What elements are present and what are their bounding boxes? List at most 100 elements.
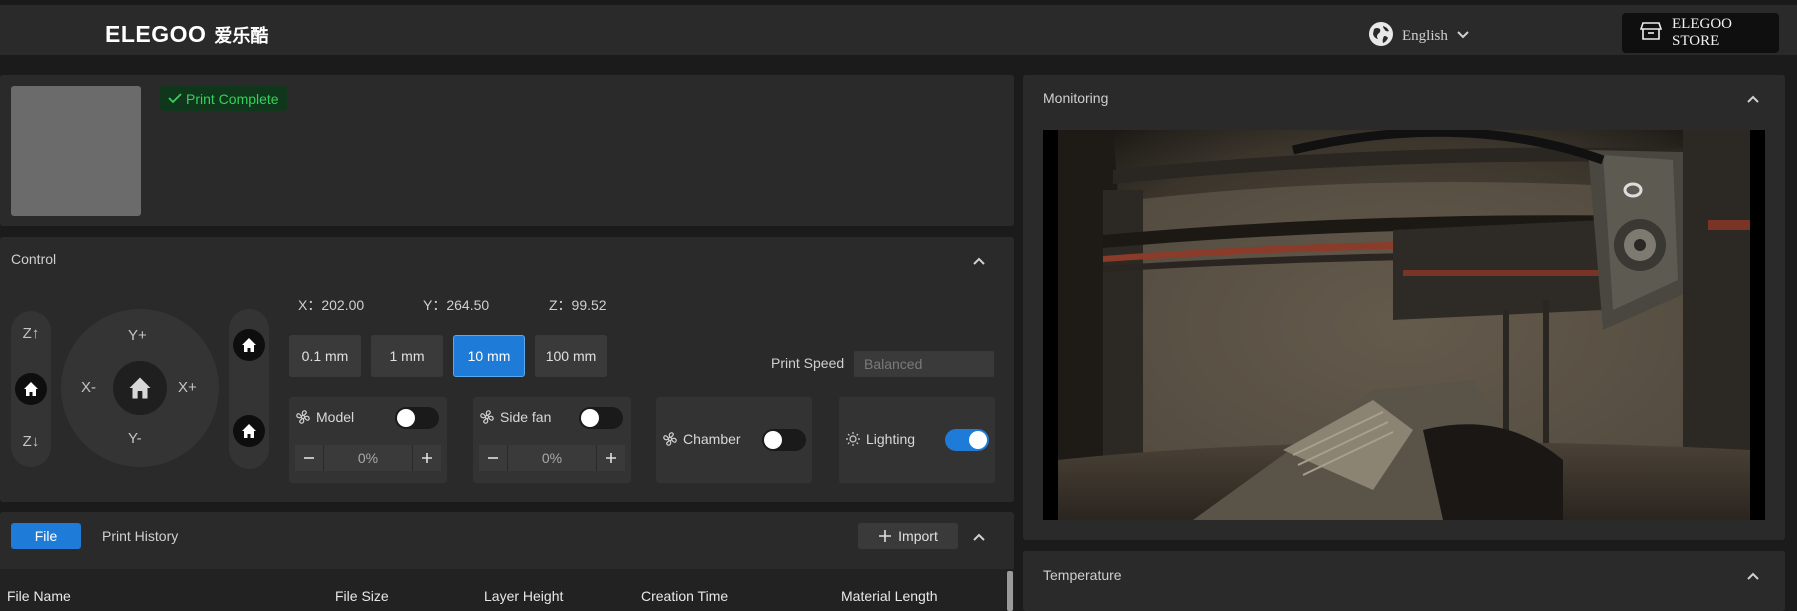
chamber-fan-toggle[interactable] [762, 429, 806, 451]
toggle-knob [397, 409, 415, 427]
x-minus-button[interactable]: X- [81, 379, 96, 396]
z-home-button[interactable] [15, 373, 47, 405]
chamber-fan-header: Chamber [662, 431, 741, 447]
fan-icon [296, 410, 310, 424]
chamber-fan-card: Chamber [656, 397, 812, 483]
print-speed-select[interactable]: Balanced [854, 351, 994, 377]
side-fan-label: Side fan [500, 409, 552, 425]
control-panel: Control Z↑ Z↓ Y+ Y- X- X+ X：202.00 Y：264… [0, 237, 1014, 502]
side-fan-card: Side fan 0% [473, 397, 631, 483]
sun-icon [846, 432, 860, 446]
plus-icon [879, 530, 892, 542]
chevron-up-icon [973, 533, 985, 541]
y-plus-button[interactable]: Y+ [128, 327, 147, 344]
home-icon [242, 338, 256, 352]
minus-icon [304, 457, 314, 459]
tab-print-history[interactable]: Print History [102, 528, 178, 544]
status-badge: Print Complete [160, 86, 287, 111]
x-coordinate: X：202.00 [298, 297, 365, 313]
minus-icon [488, 457, 498, 459]
elegoo-logo[interactable]: ELEGOO 爱乐酷 [105, 21, 268, 48]
y-coordinate: Y：264.50 [423, 297, 490, 313]
home-z-button[interactable] [233, 415, 265, 447]
temperature-panel: Temperature [1023, 551, 1785, 611]
model-fan-toggle[interactable] [395, 407, 439, 429]
import-button[interactable]: Import [858, 523, 958, 549]
chevron-down-icon [1456, 28, 1470, 45]
language-label: English [1402, 28, 1448, 44]
step-1mm-button[interactable]: 1 mm [371, 335, 443, 377]
model-fan-card: Model 0% [289, 397, 447, 483]
column-file-name[interactable]: File Name [7, 588, 71, 604]
model-fan-label: Model [316, 409, 355, 425]
model-fan-header: Model [295, 409, 354, 425]
top-bar: ELEGOO 爱乐酷 English ELEGOO STORE [0, 0, 1797, 55]
scrollbar-thumb[interactable] [1007, 571, 1013, 611]
z-coordinate: Z：99.52 [549, 297, 607, 313]
toggle-knob [581, 409, 599, 427]
monitoring-collapse-button[interactable] [1746, 91, 1760, 109]
side-fan-decrease-button[interactable] [479, 445, 507, 471]
z-up-button[interactable]: Z↑ [11, 325, 51, 342]
x-plus-button[interactable]: X+ [178, 379, 197, 396]
y-minus-button[interactable]: Y- [128, 430, 142, 447]
column-file-size[interactable]: File Size [335, 588, 389, 604]
z-down-button[interactable]: Z↓ [11, 433, 51, 450]
plus-icon [422, 453, 432, 463]
step-100mm-button[interactable]: 100 mm [535, 335, 607, 377]
home-xy-button[interactable] [233, 329, 265, 361]
column-layer-height[interactable]: Layer Height [484, 588, 563, 604]
home-column [229, 309, 269, 469]
language-selector[interactable]: English [1368, 21, 1470, 52]
globe-icon [1368, 21, 1394, 52]
temperature-title: Temperature [1043, 567, 1122, 583]
logo-cn-text: 爱乐酷 [214, 25, 269, 46]
side-fan-toggle[interactable] [579, 407, 623, 429]
file-table-scrollbar[interactable] [1006, 569, 1014, 611]
fan-icon [480, 410, 494, 424]
xy-jog-pad: Y+ Y- X- X+ [61, 309, 219, 467]
status-badge-label: Print Complete [186, 90, 279, 107]
z-axis-column: Z↑ Z↓ [11, 311, 51, 467]
logo-text: ELEGOO [105, 21, 207, 47]
files-collapse-button[interactable] [972, 529, 986, 547]
lighting-toggle[interactable] [945, 429, 989, 451]
step-0-1mm-button[interactable]: 0.1 mm [289, 335, 361, 377]
column-creation-time[interactable]: Creation Time [641, 588, 728, 604]
model-thumbnail [11, 86, 141, 216]
camera-feed [1043, 130, 1765, 520]
store-label: ELEGOO STORE [1672, 16, 1732, 49]
model-fan-increase-button[interactable] [413, 445, 441, 471]
fan-icon [663, 432, 677, 446]
home-icon [242, 424, 256, 438]
import-label: Import [898, 528, 938, 544]
camera-image [1043, 130, 1765, 520]
files-panel: File Print History Import File Name File… [0, 512, 1014, 611]
elegoo-store-button[interactable]: ELEGOO STORE [1622, 13, 1779, 53]
side-fan-value[interactable]: 0% [507, 445, 597, 471]
print-status-panel: Print Complete [0, 75, 1014, 226]
temperature-collapse-button[interactable] [1746, 568, 1760, 586]
file-table-header: File Name File Size Layer Height Creatio… [0, 569, 1006, 611]
lighting-header: Lighting [845, 431, 915, 447]
chevron-up-icon [973, 257, 985, 265]
check-icon [168, 91, 182, 107]
xy-home-button[interactable] [113, 361, 167, 415]
home-icon [24, 382, 38, 396]
model-fan-decrease-button[interactable] [295, 445, 323, 471]
chevron-up-icon [1747, 572, 1759, 580]
tab-file[interactable]: File [11, 523, 81, 549]
side-fan-increase-button[interactable] [597, 445, 625, 471]
print-speed-label: Print Speed [771, 355, 845, 371]
step-10mm-button[interactable]: 10 mm [453, 335, 525, 377]
lighting-label: Lighting [866, 431, 916, 447]
home-icon [129, 377, 151, 399]
column-material-length[interactable]: Material Length [841, 588, 938, 604]
toggle-knob [764, 431, 782, 449]
model-fan-value[interactable]: 0% [323, 445, 413, 471]
side-fan-stepper: 0% [479, 445, 625, 471]
control-collapse-button[interactable] [972, 253, 986, 271]
control-title: Control [11, 251, 57, 267]
side-fan-header: Side fan [479, 409, 551, 425]
chamber-fan-label: Chamber [683, 431, 741, 447]
